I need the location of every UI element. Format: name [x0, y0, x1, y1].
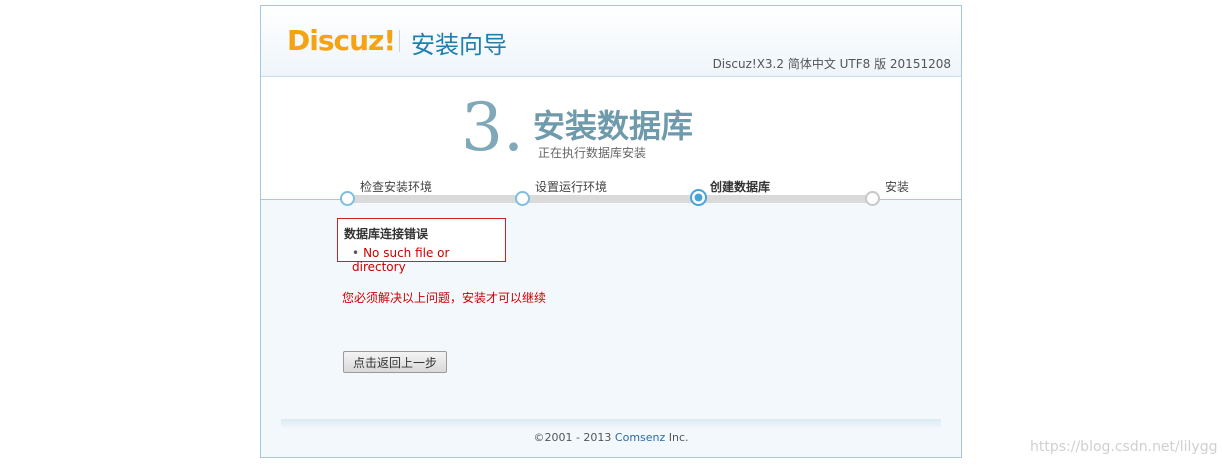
- footer-divider: [281, 419, 941, 429]
- progress-track: [347, 195, 872, 203]
- back-button[interactable]: 点击返回上一步: [343, 351, 447, 373]
- step-title: 安装数据库: [533, 107, 694, 145]
- error-message: No such file or directory: [352, 246, 450, 274]
- progress-node-1: [340, 191, 355, 206]
- header: Discuz! 安装向导 Discuz!X3.2 简体中文 UTF8 版 201…: [261, 6, 961, 77]
- error-item: • No such file or directory: [352, 246, 505, 274]
- progress-label-4: 安装: [885, 180, 910, 194]
- watermark: https://blog.csdn.net/lilygg: [1030, 439, 1218, 455]
- error-title: 数据库连接错误: [344, 227, 429, 241]
- progress-node-4: [865, 191, 880, 206]
- wizard-title: 安装向导: [411, 31, 507, 59]
- progress-label-1: 检查安装环境: [360, 180, 433, 194]
- step-number: 3.: [461, 89, 524, 166]
- progress-node-3: [690, 189, 707, 206]
- installer-window: Discuz! 安装向导 Discuz!X3.2 简体中文 UTF8 版 201…: [260, 5, 962, 458]
- copyright-suffix: Inc.: [665, 431, 689, 444]
- progress-label-2: 设置运行环境: [535, 180, 608, 194]
- bullet-icon: •: [352, 246, 360, 260]
- progress-node-2: [515, 191, 530, 206]
- comsenz-link[interactable]: Comsenz: [615, 431, 665, 444]
- footer: ©2001 - 2013 Comsenz Inc.: [261, 431, 961, 444]
- discuz-logo: Discuz!: [287, 24, 396, 57]
- copyright-text: ©2001 - 2013: [533, 431, 615, 444]
- error-box: 数据库连接错误 • No such file or directory: [337, 218, 506, 274]
- progress-label-3: 创建数据库: [710, 180, 771, 194]
- step-subtitle: 正在执行数据库安装: [538, 146, 647, 160]
- warning-message: 您必须解决以上问题，安装才可以继续: [342, 291, 547, 305]
- header-divider: [399, 30, 400, 52]
- version-info: Discuz!X3.2 简体中文 UTF8 版 20151208: [712, 57, 951, 71]
